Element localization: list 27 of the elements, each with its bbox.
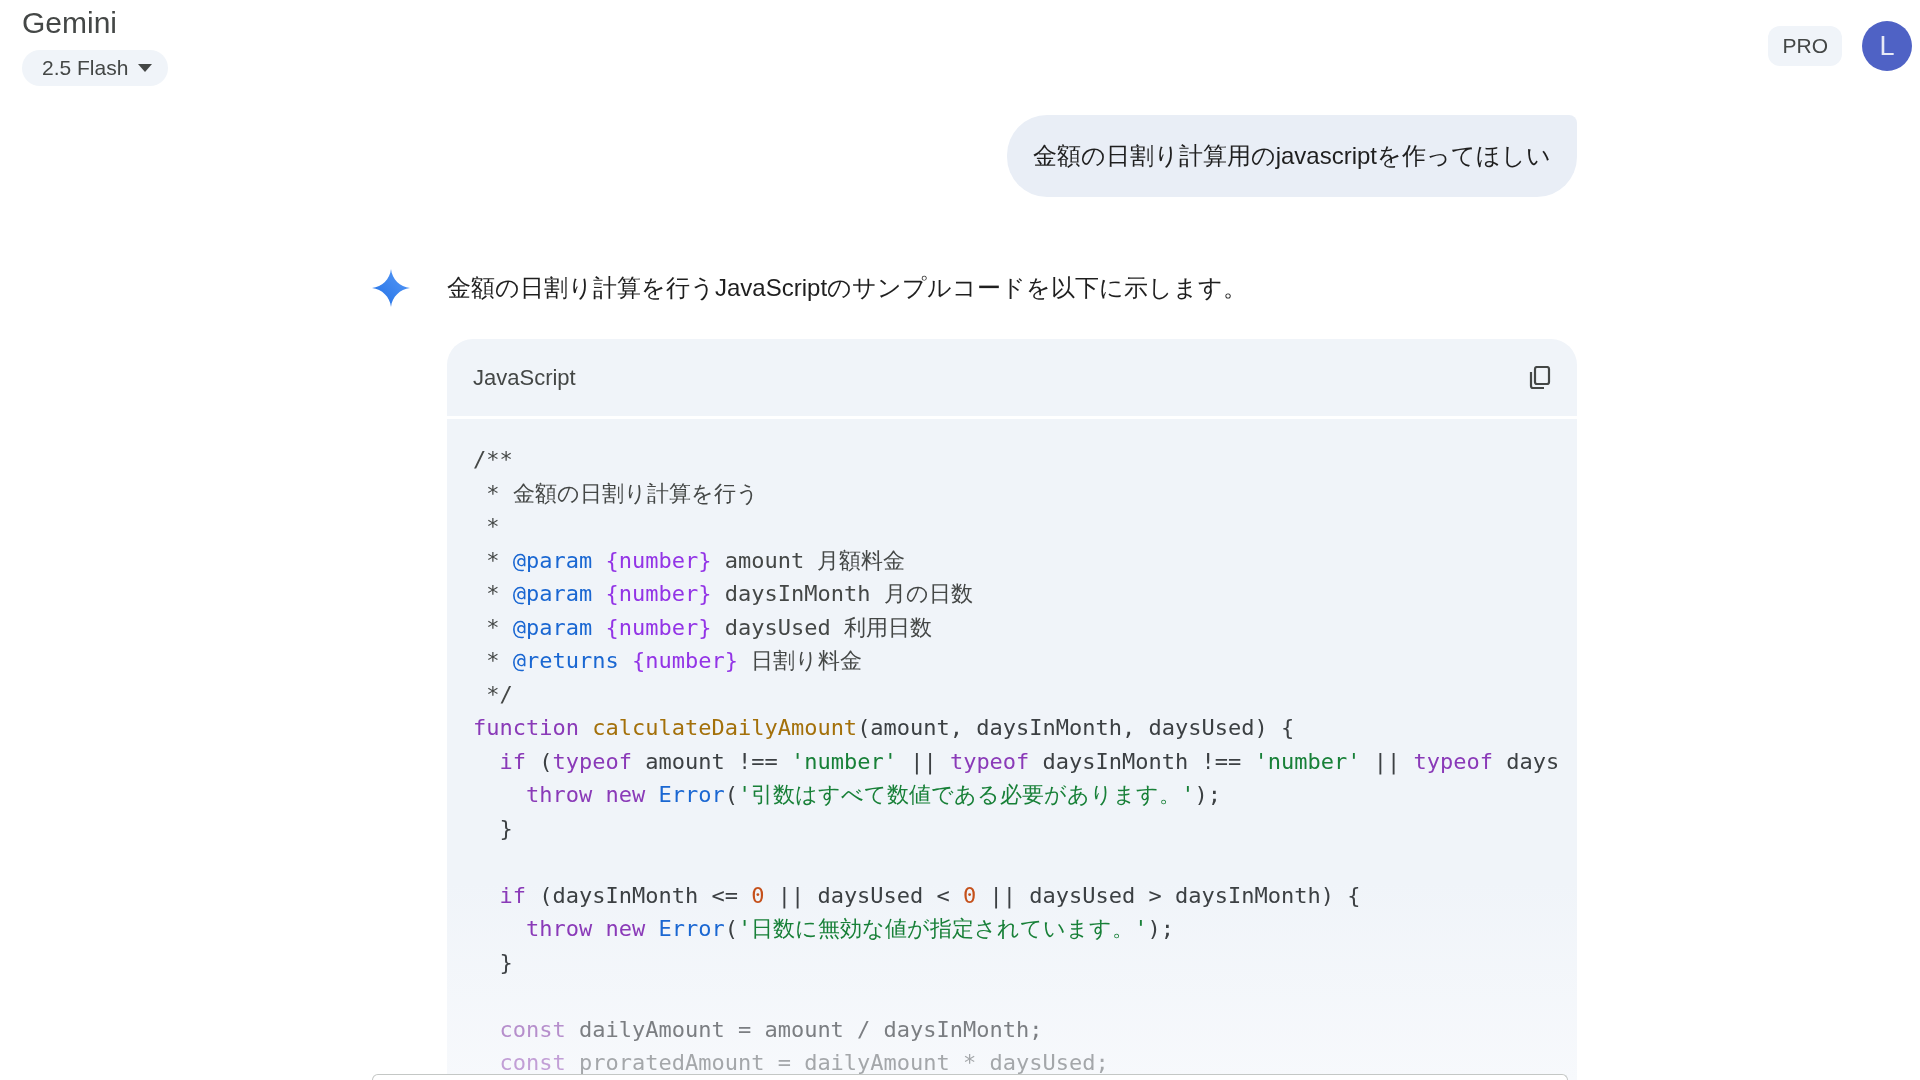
code-line: * bbox=[485, 516, 500, 538]
code-line: if (daysInMonth <= 0 || daysUsed < 0 || daysUsed > daysInMonth) { bbox=[498, 884, 1361, 907]
code-line: if (typeof amount !== 'number' || typeof daysInMonth !== 'number' || typeof days bbox=[498, 750, 1560, 773]
code-line: * @param {number} amount 月額料金 bbox=[485, 549, 906, 572]
response-text: 金額の日割り計算を行うJavaScriptのサンプルコードを以下に示します。 bbox=[447, 273, 1249, 303]
plan-badge[interactable]: PRO bbox=[1768, 26, 1842, 66]
code-line: * @param {number} daysInMonth 月の日数 bbox=[485, 583, 973, 605]
code-line: throw new Error('引数はすべて数値である必要があります。'); bbox=[524, 784, 1221, 806]
sparkle-icon bbox=[372, 269, 410, 307]
caret-icon bbox=[138, 64, 153, 72]
code-line: } bbox=[498, 951, 513, 974]
code-line: } bbox=[498, 817, 513, 840]
app-title: Gemini bbox=[22, 6, 118, 40]
model-selector[interactable]: 2.5 Flash bbox=[22, 50, 169, 86]
code-line: */ bbox=[485, 683, 513, 706]
copy-icon[interactable] bbox=[1529, 365, 1551, 390]
code-line: /** bbox=[473, 449, 513, 471]
avatar[interactable]: L bbox=[1862, 21, 1912, 71]
language-label: JavaScript bbox=[473, 364, 576, 391]
user-message: 金額の日割り計算用のjavascriptを作ってほしい bbox=[1006, 115, 1577, 197]
code-line: function calculateDailyAmount(amount, daysInMonth, daysUsed) { bbox=[473, 717, 1295, 739]
code-line: * 金額の日割り計算を行う bbox=[485, 482, 759, 505]
code-line: throw new Error('日数に無効な値が指定されています。'); bbox=[524, 918, 1174, 940]
code-line: * @returns {number} 日割り料金 bbox=[485, 650, 863, 672]
code-line: const dailyAmount = amount / daysInMonth; bbox=[498, 1018, 1043, 1041]
code-line: const proratedAmount = dailyAmount * daysUsed; bbox=[498, 1052, 1109, 1074]
code-line: * @param {number} daysUsed 利用日数 bbox=[485, 616, 932, 639]
